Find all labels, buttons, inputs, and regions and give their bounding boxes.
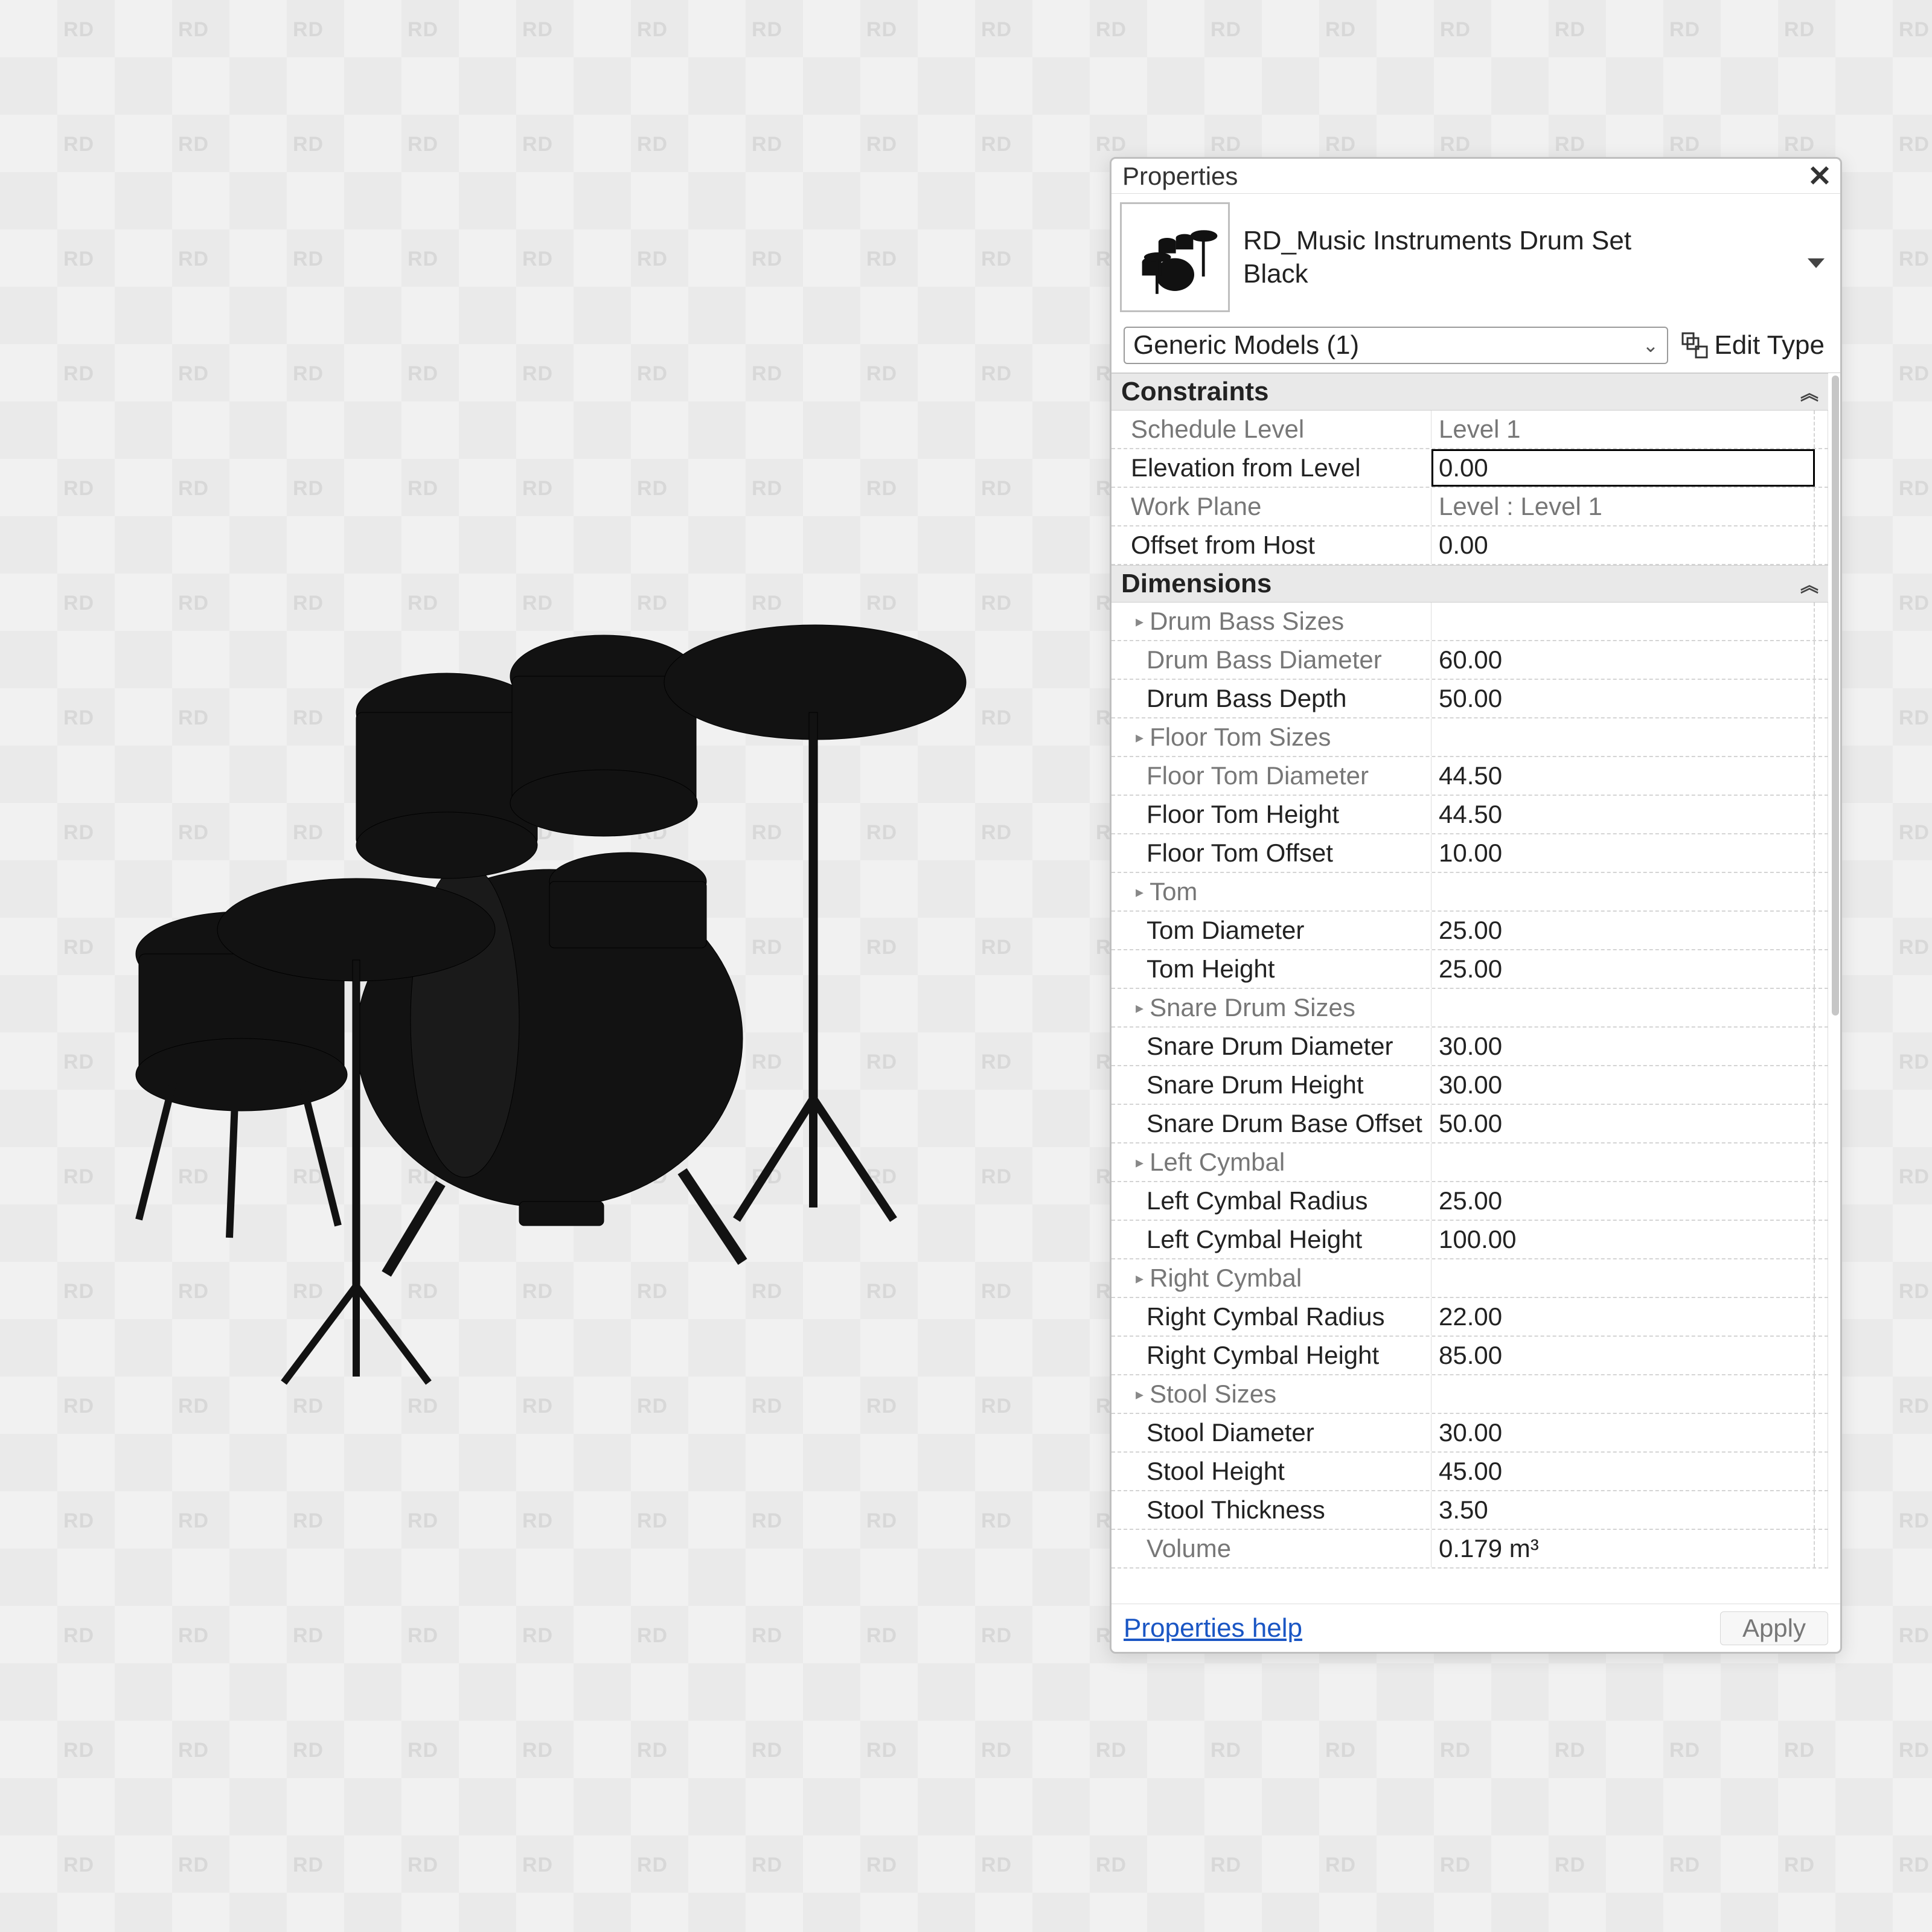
group-dimensions[interactable]: Dimensions ︽ bbox=[1112, 565, 1828, 603]
expand-right-icon: ▸ bbox=[1136, 612, 1144, 631]
expand-right-icon: ▸ bbox=[1136, 1385, 1144, 1404]
properties-panel: Properties ✕ RD bbox=[1110, 157, 1842, 1654]
family-name: RD_Music Instruments Drum Set Black bbox=[1243, 224, 1791, 290]
drumset-3d-preview bbox=[103, 495, 1008, 1401]
panel-footer: Properties help Apply bbox=[1112, 1604, 1840, 1652]
row-stool-diameter[interactable]: Stool Diameter 30.00 bbox=[1112, 1414, 1828, 1453]
category-selector[interactable]: Generic Models (1) ⌄ bbox=[1124, 327, 1668, 364]
expand-right-icon: ▸ bbox=[1136, 999, 1144, 1017]
row-drum-bass-diameter[interactable]: Drum Bass Diameter 60.00 bbox=[1112, 641, 1828, 680]
category-selector-label: Generic Models (1) bbox=[1133, 330, 1359, 360]
row-floor-tom-diameter[interactable]: Floor Tom Diameter 44.50 bbox=[1112, 757, 1828, 796]
expand-right-icon: ▸ bbox=[1136, 728, 1144, 747]
expand-right-icon: ▸ bbox=[1136, 1153, 1144, 1172]
row-schedule-level: Schedule Level Level 1 bbox=[1112, 411, 1828, 449]
row-right-cymbal-radius[interactable]: Right Cymbal Radius 22.00 bbox=[1112, 1298, 1828, 1337]
collapse-icon: ︽ bbox=[1800, 379, 1818, 405]
scrollbar[interactable] bbox=[1831, 373, 1839, 1604]
collapse-icon: ︽ bbox=[1800, 571, 1818, 597]
expand-right-icon: ▸ bbox=[1136, 1269, 1144, 1288]
row-left-cymbal-height[interactable]: Left Cymbal Height 100.00 bbox=[1112, 1221, 1828, 1259]
row-floor-tom-sizes[interactable]: ▸Floor Tom Sizes bbox=[1112, 718, 1828, 757]
family-header[interactable]: RD_Music Instruments Drum Set Black bbox=[1112, 194, 1840, 321]
row-floor-tom-height[interactable]: Floor Tom Height 44.50 bbox=[1112, 796, 1828, 834]
row-snare-drum-base-offset[interactable]: Snare Drum Base Offset 50.00 bbox=[1112, 1105, 1828, 1144]
value-drum-bass-depth[interactable]: 50.00 bbox=[1431, 680, 1815, 717]
row-snare-drum-sizes[interactable]: ▸Snare Drum Sizes bbox=[1112, 989, 1828, 1028]
row-tom[interactable]: ▸Tom bbox=[1112, 873, 1828, 912]
row-drum-bass-depth[interactable]: Drum Bass Depth 50.00 bbox=[1112, 680, 1828, 718]
apply-button[interactable]: Apply bbox=[1720, 1611, 1828, 1645]
row-snare-drum-height[interactable]: Snare Drum Height 30.00 bbox=[1112, 1066, 1828, 1105]
value-work-plane: Level : Level 1 bbox=[1431, 488, 1815, 525]
row-drum-bass-sizes[interactable]: ▸Drum Bass Sizes bbox=[1112, 603, 1828, 641]
row-right-cymbal-height[interactable]: Right Cymbal Height 85.00 bbox=[1112, 1337, 1828, 1375]
row-tom-diameter[interactable]: Tom Diameter 25.00 bbox=[1112, 912, 1828, 950]
edit-type-button[interactable]: Edit Type bbox=[1678, 327, 1828, 364]
family-thumbnail bbox=[1120, 202, 1230, 312]
row-left-cymbal-radius[interactable]: Left Cymbal Radius 25.00 bbox=[1112, 1182, 1828, 1221]
row-right-cymbal[interactable]: ▸Right Cymbal bbox=[1112, 1259, 1828, 1298]
panel-titlebar: Properties ✕ bbox=[1112, 159, 1840, 194]
row-floor-tom-offset[interactable]: Floor Tom Offset 10.00 bbox=[1112, 834, 1828, 873]
expand-right-icon: ▸ bbox=[1136, 883, 1144, 901]
row-work-plane: Work Plane Level : Level 1 bbox=[1112, 488, 1828, 526]
row-snare-drum-diameter[interactable]: Snare Drum Diameter 30.00 bbox=[1112, 1028, 1828, 1066]
input-elevation-from-level[interactable]: 0.00 bbox=[1431, 449, 1815, 487]
properties-body: Constraints ︽ Schedule Level Level 1 Ele… bbox=[1112, 373, 1840, 1604]
edit-type-label: Edit Type bbox=[1714, 330, 1825, 360]
row-stool-thickness[interactable]: Stool Thickness 3.50 bbox=[1112, 1491, 1828, 1530]
row-elevation-from-level[interactable]: Elevation from Level 0.00 bbox=[1112, 449, 1828, 488]
value-offset-from-host[interactable]: 0.00 bbox=[1431, 526, 1815, 564]
row-offset-from-host[interactable]: Offset from Host 0.00 bbox=[1112, 526, 1828, 565]
row-volume: Volume 0.179 m³ bbox=[1112, 1530, 1828, 1569]
edit-type-icon bbox=[1681, 332, 1708, 359]
row-stool-height[interactable]: Stool Height 45.00 bbox=[1112, 1453, 1828, 1491]
row-stool-sizes[interactable]: ▸Stool Sizes bbox=[1112, 1375, 1828, 1414]
properties-scroll: Constraints ︽ Schedule Level Level 1 Ele… bbox=[1112, 373, 1828, 1604]
chevron-down-icon: ⌄ bbox=[1643, 334, 1659, 357]
panel-title: Properties bbox=[1122, 162, 1805, 191]
scrollbar-thumb[interactable] bbox=[1832, 376, 1839, 1016]
value-schedule-level: Level 1 bbox=[1431, 411, 1815, 448]
value-drum-bass-diameter[interactable]: 60.00 bbox=[1431, 641, 1815, 679]
close-icon[interactable]: ✕ bbox=[1805, 159, 1834, 193]
properties-help-link[interactable]: Properties help bbox=[1124, 1613, 1302, 1643]
selector-row: Generic Models (1) ⌄ Edit Type bbox=[1112, 321, 1840, 373]
row-left-cymbal[interactable]: ▸Left Cymbal bbox=[1112, 1144, 1828, 1182]
group-constraints[interactable]: Constraints ︽ bbox=[1112, 373, 1828, 411]
family-dropdown-icon[interactable] bbox=[1804, 245, 1828, 269]
row-tom-height[interactable]: Tom Height 25.00 bbox=[1112, 950, 1828, 989]
